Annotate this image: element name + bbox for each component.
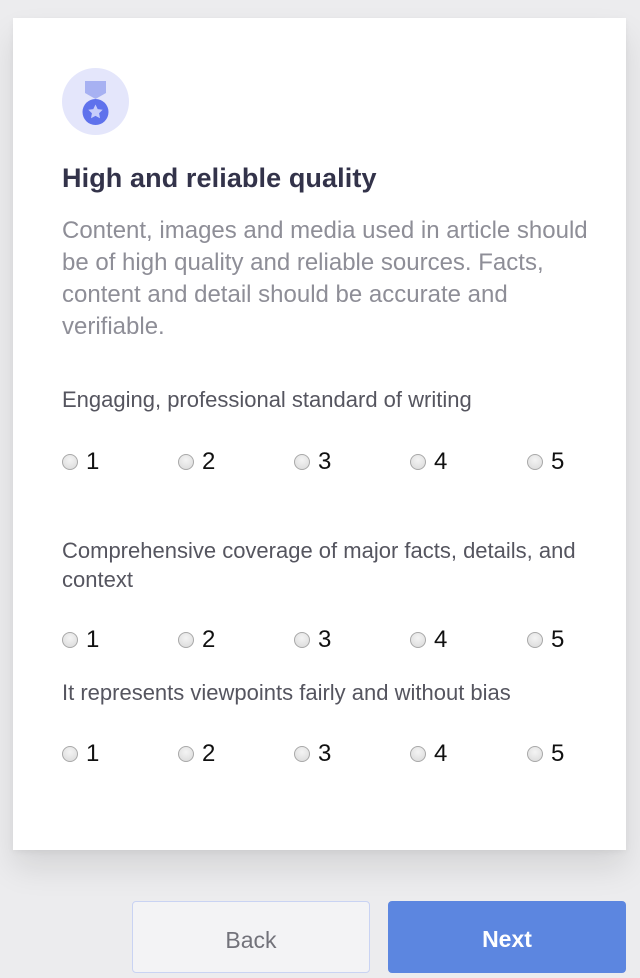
rating-option-2[interactable]: 2: [178, 625, 215, 655]
question-coverage: Comprehensive coverage of major facts, d…: [62, 536, 592, 653]
rating-option-label: 3: [318, 740, 332, 767]
rating-option-label: 5: [551, 740, 565, 767]
back-button[interactable]: Back: [132, 901, 370, 973]
rating-option-label: 2: [202, 448, 216, 475]
rating-option-label: 1: [86, 740, 100, 767]
question-label: Engaging, professional standard of writi…: [62, 387, 472, 412]
rating-option-3[interactable]: 3: [294, 625, 331, 655]
radio-button[interactable]: [178, 454, 194, 470]
rating-option-label: 2: [202, 626, 216, 653]
radio-button[interactable]: [178, 632, 194, 648]
rating-option-label: 1: [86, 626, 100, 653]
rating-option-2[interactable]: 2: [178, 447, 215, 477]
radio-button[interactable]: [178, 746, 194, 762]
radio-button[interactable]: [410, 454, 426, 470]
rating-option-4[interactable]: 4: [410, 739, 447, 769]
rating-option-3[interactable]: 3: [294, 739, 331, 769]
card-title: High and reliable quality: [62, 163, 377, 193]
radio-button[interactable]: [410, 632, 426, 648]
quality-card: High and reliable quality Content, image…: [13, 18, 626, 850]
rating-option-1[interactable]: 1: [62, 447, 99, 477]
radio-button[interactable]: [294, 746, 310, 762]
radio-button[interactable]: [527, 454, 543, 470]
rating-option-label: 4: [434, 626, 448, 653]
card-description: Content, images and media used in articl…: [62, 217, 588, 340]
rating-option-label: 5: [551, 448, 565, 475]
rating-option-1[interactable]: 1: [62, 739, 99, 769]
next-button[interactable]: Next: [388, 901, 626, 973]
rating-radio-group: 1 2 3 4 5: [62, 739, 582, 769]
question-label: It represents viewpoints fairly and with…: [62, 680, 511, 705]
rating-option-label: 1: [86, 448, 100, 475]
rating-option-4[interactable]: 4: [410, 447, 447, 477]
rating-radio-group: 1 2 3 4 5: [62, 447, 582, 477]
rating-radio-group: 1 2 3 4 5: [62, 625, 582, 655]
rating-option-label: 3: [318, 626, 332, 653]
rating-option-5[interactable]: 5: [527, 625, 564, 655]
medal-icon: [62, 68, 129, 135]
rating-option-label: 4: [434, 740, 448, 767]
rating-option-4[interactable]: 4: [410, 625, 447, 655]
radio-button[interactable]: [410, 746, 426, 762]
rating-option-5[interactable]: 5: [527, 447, 564, 477]
rating-option-label: 4: [434, 448, 448, 475]
radio-button[interactable]: [527, 632, 543, 648]
rating-option-2[interactable]: 2: [178, 739, 215, 769]
rating-option-label: 3: [318, 448, 332, 475]
radio-button[interactable]: [62, 746, 78, 762]
radio-button[interactable]: [527, 746, 543, 762]
question-label: Comprehensive coverage of major facts, d…: [62, 538, 576, 592]
rating-option-3[interactable]: 3: [294, 447, 331, 477]
rating-option-1[interactable]: 1: [62, 625, 99, 655]
rating-option-label: 2: [202, 740, 216, 767]
question-viewpoints: It represents viewpoints fairly and with…: [62, 678, 592, 767]
radio-button[interactable]: [62, 454, 78, 470]
rating-option-5[interactable]: 5: [527, 739, 564, 769]
rating-option-label: 5: [551, 626, 565, 653]
radio-button[interactable]: [62, 632, 78, 648]
question-writing-standard: Engaging, professional standard of writi…: [62, 385, 592, 475]
radio-button[interactable]: [294, 454, 310, 470]
radio-button[interactable]: [294, 632, 310, 648]
